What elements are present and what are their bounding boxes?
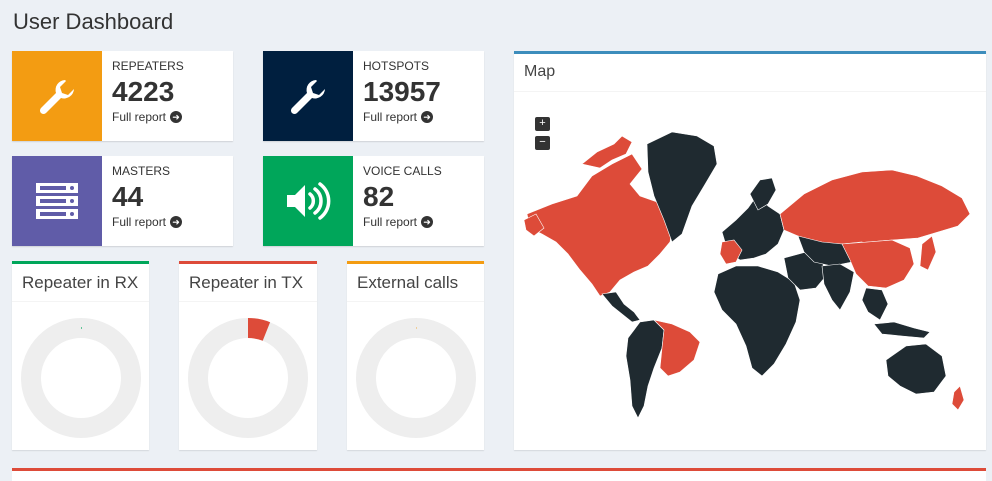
- full-report-label: Full report: [112, 110, 167, 124]
- donut-arc-tx: [247, 318, 271, 341]
- full-report-label: Full report: [363, 110, 418, 124]
- panel-title: Repeater in RX: [12, 264, 149, 302]
- volume-icon: [287, 182, 331, 220]
- panel-title: Map: [514, 54, 986, 92]
- map-region-india[interactable]: [821, 263, 855, 311]
- infobox-hotspots: HOTSPOTS 13957 Full report ➜: [263, 51, 484, 141]
- full-report-label: Full report: [112, 215, 167, 229]
- full-report-link-voice-calls[interactable]: Full report ➜: [363, 215, 442, 229]
- donut-track: [188, 318, 308, 438]
- infobox-label: HOTSPOTS: [363, 59, 430, 73]
- infobox-voice-calls: VOICE CALLS 82 Full report ➜: [263, 156, 484, 246]
- arrow-circle-right-icon: ➜: [170, 216, 183, 228]
- arrow-circle-right-icon: ➜: [421, 216, 434, 228]
- full-report-label: Full report: [363, 215, 418, 229]
- donut-track: [355, 318, 476, 438]
- infobox-repeaters-icon-bg: [12, 51, 102, 141]
- world-map[interactable]: [522, 124, 978, 424]
- map-region-southeast-asia[interactable]: [861, 287, 889, 321]
- infobox-value: 82: [363, 181, 395, 212]
- donut-track: [20, 318, 141, 438]
- panel-external-calls: External calls: [347, 261, 484, 450]
- donut-chart-external: [355, 318, 476, 438]
- bottom-panel: [12, 468, 986, 481]
- donut-chart-rx: [20, 318, 141, 438]
- panel-title: Repeater in TX: [179, 264, 317, 302]
- panel-repeater-tx: Repeater in TX: [179, 261, 317, 450]
- infobox-value: 44: [112, 181, 144, 212]
- map-region-new-zealand[interactable]: [951, 385, 965, 411]
- infobox-voice-icon-bg: [263, 156, 353, 246]
- map-region-japan[interactable]: [919, 235, 937, 271]
- infobox-hotspots-icon-bg: [263, 51, 353, 141]
- donut-chart-tx: [188, 318, 308, 438]
- infobox-repeaters: REPEATERS 4223 Full report ➜: [12, 51, 233, 141]
- arrow-circle-right-icon: ➜: [170, 111, 183, 123]
- infobox-value: 13957: [363, 76, 441, 107]
- infobox-value: 4223: [112, 76, 175, 107]
- map-region-indonesia[interactable]: [873, 321, 931, 339]
- infobox-masters-icon-bg: [12, 156, 102, 246]
- full-report-link-hotspots[interactable]: Full report ➜: [363, 110, 441, 124]
- page-title: User Dashboard: [13, 9, 174, 34]
- map-region-south-america-west[interactable]: [625, 319, 665, 419]
- infobox-label: REPEATERS: [112, 59, 184, 73]
- server-icon: [36, 183, 78, 219]
- panel-repeater-rx: Repeater in RX: [12, 261, 149, 450]
- map-region-central-america[interactable]: [601, 291, 641, 323]
- full-report-link-masters[interactable]: Full report ➜: [112, 215, 183, 229]
- map-region-china[interactable]: [841, 239, 915, 289]
- map-region-africa[interactable]: [713, 265, 801, 377]
- arrow-circle-right-icon: ➜: [421, 111, 434, 123]
- map-region-russia[interactable]: [779, 169, 971, 245]
- infobox-label: VOICE CALLS: [363, 164, 442, 178]
- panel-title: External calls: [347, 264, 484, 302]
- full-report-link-repeaters[interactable]: Full report ➜: [112, 110, 184, 124]
- wrench-icon: [39, 80, 74, 115]
- infobox-masters: MASTERS 44 Full report ➜: [12, 156, 233, 246]
- panel-map: Map + −: [514, 51, 986, 450]
- infobox-label: MASTERS: [112, 164, 171, 178]
- wrench-icon: [290, 80, 325, 115]
- map-region-australia[interactable]: [885, 343, 947, 395]
